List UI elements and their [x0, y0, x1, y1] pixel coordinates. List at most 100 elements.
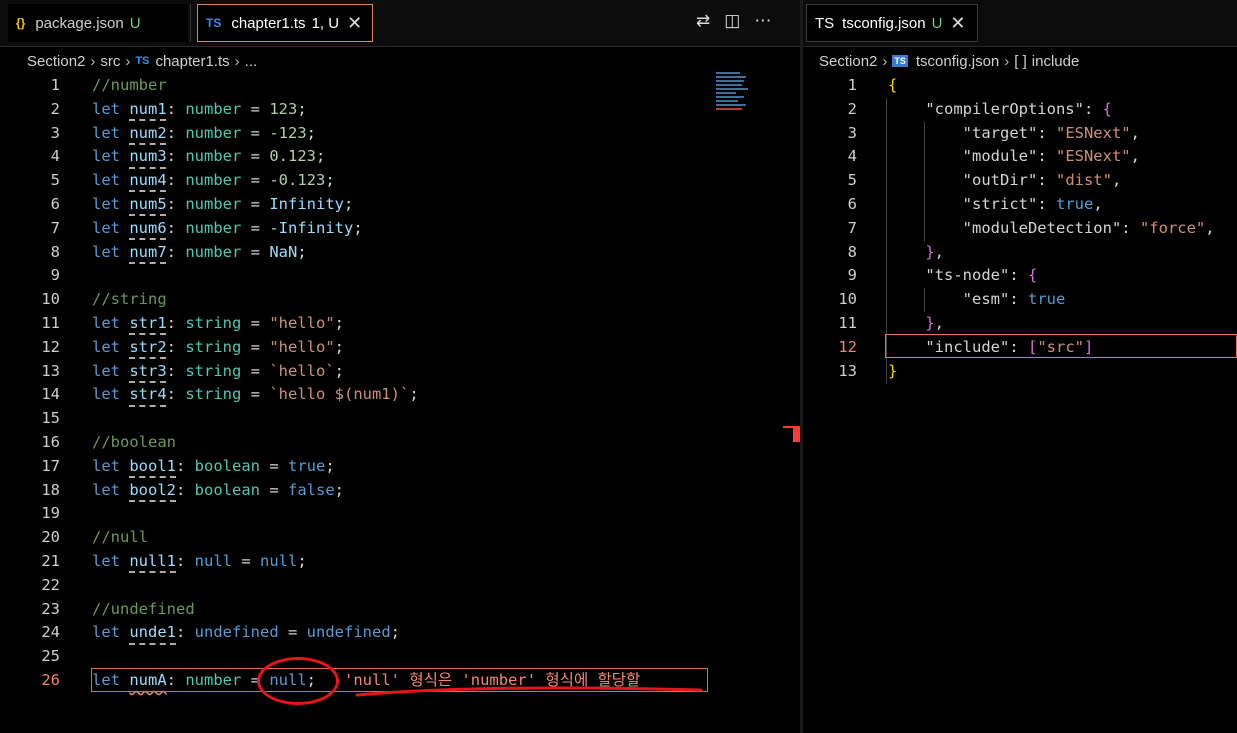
code-text: let num2: number = -123;	[92, 122, 316, 146]
code-line[interactable]: 5 let num4: number = -0.123;	[0, 169, 800, 193]
code-text: let unde1: undefined = undefined;	[92, 621, 400, 645]
code-line[interactable]: 19	[0, 502, 800, 526]
code-line[interactable]: 7 let num6: number = -Infinity;	[0, 217, 800, 241]
code-line[interactable]: 6 let num5: number = Infinity;	[0, 193, 800, 217]
code-line[interactable]: 20 //null	[0, 526, 800, 550]
tab-chapter1-ts[interactable]: TS chapter1.ts 1, U ✕	[197, 4, 373, 42]
code-line[interactable]: 22	[0, 574, 800, 598]
code-line[interactable]: 4 let num3: number = 0.123;	[0, 145, 800, 169]
code-line[interactable]: 2 "compilerOptions": {	[803, 98, 1237, 122]
close-icon[interactable]: ✕	[950, 13, 965, 34]
code-line[interactable]: 7 "moduleDetection": "force",	[803, 217, 1237, 241]
code-token: //string	[92, 290, 167, 309]
code-line[interactable]: 21 let null1: null = null;	[0, 550, 800, 574]
line-number: 17	[41, 456, 60, 475]
code-line[interactable]: 17 let bool1: boolean = true;	[0, 455, 800, 479]
code-token: :	[176, 456, 195, 475]
code-line[interactable]: 9	[0, 264, 800, 288]
code-token: =	[241, 123, 270, 142]
minimap[interactable]	[716, 72, 750, 132]
line-number: 22	[41, 575, 60, 594]
code-token: :	[1121, 218, 1140, 237]
code-token: ;	[325, 456, 335, 475]
code-line[interactable]: 16 //boolean	[0, 431, 800, 455]
code-token: let	[92, 123, 130, 142]
code-token: =	[241, 99, 270, 118]
tab-label: chapter1.ts	[231, 14, 306, 32]
tab-package-json[interactable]: {} package.json U	[8, 4, 188, 42]
tab-tsconfig-json[interactable]: TS tsconfig.json U ✕	[806, 4, 978, 42]
code-line[interactable]: 9 "ts-node": {	[803, 264, 1237, 288]
code-line[interactable]: 15	[0, 407, 800, 431]
code-line[interactable]: 1 //number	[0, 74, 800, 98]
code-line[interactable]: 11 },	[803, 312, 1237, 336]
code-line[interactable]: 25	[0, 645, 800, 669]
tab-status: 1, U	[311, 14, 340, 32]
code-line[interactable]: 6 "strict": true,	[803, 193, 1237, 217]
code-token: :	[166, 337, 186, 356]
code-line[interactable]: 13}	[803, 360, 1237, 384]
breadcrumb-item[interactable]: ...	[245, 53, 258, 70]
code-editor-chapter1[interactable]: 1 //number 2 let num1: number = 123; 3 let nu…	[0, 74, 800, 733]
code-line[interactable]: 3 "target": "ESNext",	[803, 122, 1237, 146]
breadcrumb-item[interactable]: src	[100, 53, 120, 70]
code-token: :	[1037, 195, 1056, 213]
code-line[interactable]: 5 "outDir": "dist",	[803, 169, 1237, 193]
breadcrumb-item[interactable]: include	[1032, 53, 1080, 70]
code-text: //null	[92, 526, 148, 550]
breadcrumb-item[interactable]: tsconfig.json	[916, 53, 999, 70]
code-token: :	[176, 480, 195, 499]
code-token: ;	[325, 171, 335, 190]
code-token: :	[166, 361, 186, 380]
more-actions-icon[interactable]: ⋯	[754, 11, 771, 31]
code-line[interactable]: 4 "module": "ESNext",	[803, 145, 1237, 169]
code-token: =	[241, 218, 270, 237]
code-token: let	[92, 195, 130, 213]
code-token: null	[260, 552, 298, 570]
code-line[interactable]: 18 let bool2: boolean = false;	[0, 479, 800, 503]
code-line[interactable]: 24 let unde1: undefined = undefined;	[0, 621, 800, 645]
code-editor-tsconfig[interactable]: 1{2 "compilerOptions": {3 "target": "ESN…	[803, 74, 1237, 733]
close-icon[interactable]: ✕	[347, 13, 362, 34]
code-line[interactable]: 14 let str4: string = `hello $(num1)`;	[0, 383, 800, 407]
code-line[interactable]: 13 let str3: string = `hello`;	[0, 360, 800, 384]
code-line[interactable]: 8 },	[803, 241, 1237, 265]
code-token: "hello"	[269, 337, 335, 356]
right-tab-bar: TS tsconfig.json U ✕	[803, 0, 1237, 47]
code-token: //boolean	[92, 433, 176, 451]
code-token: string	[185, 314, 242, 332]
compare-changes-icon[interactable]: ⇄	[696, 11, 710, 31]
code-token: =	[260, 456, 288, 475]
code-line[interactable]: 10 "esm": true	[803, 288, 1237, 312]
code-token: let	[92, 623, 130, 642]
breadcrumb-item[interactable]: Section2	[27, 53, 85, 70]
code-line[interactable]: 10 //string	[0, 288, 800, 312]
breadcrumb: Section2 › TS tsconfig.json › [ ] includ…	[803, 50, 1237, 72]
code-token: NaN	[269, 242, 298, 261]
scrollbar-error-marker[interactable]	[793, 426, 800, 442]
code-line[interactable]: 12 let str2: string = "hello";	[0, 336, 800, 360]
code-line[interactable]: 8 let num7: number = NaN;	[0, 241, 800, 265]
code-token: false	[288, 480, 335, 499]
code-token: ,	[934, 314, 945, 332]
breadcrumb-item[interactable]: Section2	[819, 53, 877, 70]
code-token: ,	[934, 242, 945, 261]
code-token: "force"	[1139, 218, 1206, 237]
breadcrumb-item[interactable]: chapter1.ts	[155, 53, 229, 70]
code-token: :	[1083, 99, 1103, 118]
code-line[interactable]: 3 let num2: number = -123;	[0, 122, 800, 146]
code-token: "esm"	[962, 290, 1010, 309]
array-brackets-icon: [ ]	[1014, 52, 1027, 70]
line-number: 3	[50, 123, 60, 142]
line-number: 24	[41, 623, 60, 642]
code-line[interactable]: 23 //undefined	[0, 598, 800, 622]
line-number: 3	[847, 123, 857, 142]
code-line[interactable]: 11 let str1: string = "hello";	[0, 312, 800, 336]
code-token: :	[166, 242, 186, 261]
split-editor-icon[interactable]: ◫	[724, 11, 740, 31]
code-token: {	[1028, 266, 1038, 285]
code-line[interactable]: 2 let num1: number = 123;	[0, 98, 800, 122]
code-line[interactable]: 1{	[803, 74, 1237, 98]
code-token: num2	[129, 123, 167, 142]
